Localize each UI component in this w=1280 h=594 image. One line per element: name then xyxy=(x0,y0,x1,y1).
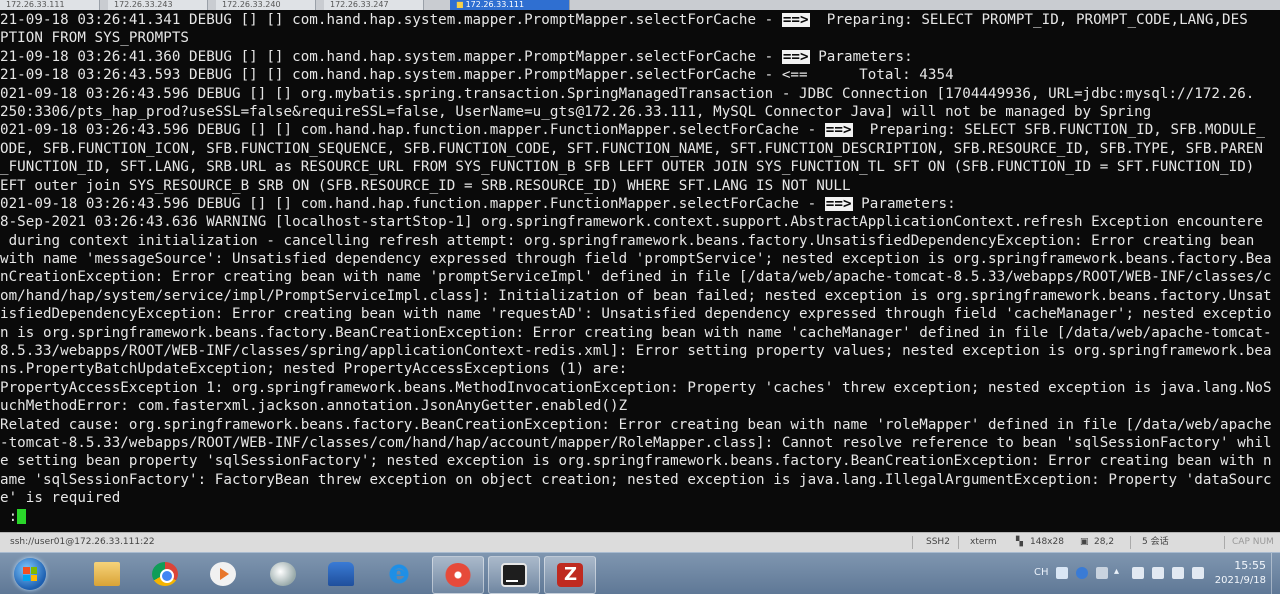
status-cursor-pos: 28,2 xyxy=(1094,537,1115,547)
terminal-line: e' is required xyxy=(0,490,121,507)
sql-arrow-marker: ==> xyxy=(824,122,853,139)
terminal-line: ame 'sqlSessionFactory': FactoryBean thr… xyxy=(0,471,1272,488)
status-divider xyxy=(912,536,913,549)
terminal-line: ns.PropertyBatchUpdateException; nested … xyxy=(0,361,628,378)
terminal-prompt: : xyxy=(0,508,18,525)
taskbar-app-user[interactable] xyxy=(316,556,366,592)
status-connection: ssh://user01@172.26.33.111:22 xyxy=(10,537,155,547)
sql-arrow-marker: ==> xyxy=(781,12,810,28)
keyboard-icon[interactable] xyxy=(1056,567,1068,579)
terminal-line: 21-09-18 03:26:43.593 DEBUG [] [] com.ha… xyxy=(0,67,954,84)
folder-icon xyxy=(94,562,120,586)
tray-expand-icon[interactable]: ▴ xyxy=(1114,566,1119,577)
terminal-line: -tomcat-8.5.33/webapps/ROOT/WEB-INF/clas… xyxy=(0,434,1272,451)
media-player-icon xyxy=(210,562,236,586)
show-desktop-button[interactable] xyxy=(1271,553,1280,594)
sql-arrow-marker: ==> xyxy=(824,195,853,212)
filezilla-icon xyxy=(557,563,583,587)
status-divider xyxy=(958,536,959,549)
status-caps: CAP NUM xyxy=(1232,537,1274,547)
help-icon[interactable] xyxy=(1076,567,1088,579)
taskbar-app-media[interactable] xyxy=(198,556,248,592)
session-tab-active[interactable]: ■ 172.26.33.111 xyxy=(450,0,570,10)
chrome-icon xyxy=(152,562,178,586)
snail-icon xyxy=(445,563,471,587)
display-icon[interactable] xyxy=(1192,567,1204,579)
status-terminal-type: xterm xyxy=(970,537,997,547)
session-tab-2[interactable]: 172.26.33.243 xyxy=(108,0,208,10)
flag-icon[interactable] xyxy=(1132,567,1144,579)
start-button[interactable] xyxy=(14,558,46,590)
soccer-ball-icon xyxy=(270,562,296,586)
terminal-prompt-line[interactable]: : xyxy=(0,508,1280,526)
status-bar: ssh://user01@172.26.33.111:22 SSH2 xterm… xyxy=(0,532,1280,552)
terminal-line: 250:3306/pts_hap_prod?useSSL=false&requi… xyxy=(0,103,1152,120)
clock-date[interactable]: 2021/9/18 xyxy=(1215,575,1266,586)
terminal-line: 8.5.33/webapps/ROOT/WEB-INF/classes/spri… xyxy=(0,343,1272,360)
system-tray: CH ▴ 15:55 2021/9/18 xyxy=(1020,553,1280,594)
network-icon[interactable] xyxy=(1152,567,1164,579)
lock-icon: ■ xyxy=(456,0,464,9)
terminal-line: 21-09-18 03:26:41.341 DEBUG [] [] com.ha… xyxy=(0,12,1248,28)
terminal-line: PropertyAccessException 1: org.springfra… xyxy=(0,379,1272,396)
status-divider xyxy=(1130,536,1131,549)
terminal-line: with name 'messageSource': Unsatisfied d… xyxy=(0,251,1272,268)
resize-icon: ▚ xyxy=(1016,537,1023,547)
taskbar-app-filezilla[interactable] xyxy=(544,556,596,594)
terminal-line: 21-09-18 03:26:41.360 DEBUG [] [] com.ha… xyxy=(0,48,913,65)
taskbar-app-chrome[interactable] xyxy=(140,556,190,592)
taskbar-app-ie[interactable] xyxy=(374,556,424,592)
terminal-line: n is org.springframework.beans.factory.B… xyxy=(0,324,1272,341)
terminal-line: isfiedDependencyException: Error creatin… xyxy=(0,306,1272,323)
cursor-pos-icon: ▣ xyxy=(1080,537,1089,547)
sql-arrow-marker: ==> xyxy=(781,48,810,65)
session-tab-3[interactable]: 172.26.33.240 xyxy=(216,0,316,10)
status-sessions: 5 会话 xyxy=(1142,537,1169,547)
status-protocol: SSH2 xyxy=(926,537,950,547)
terminal-line: _FUNCTION_ID, SFT.LANG, SRB.URL as RESOU… xyxy=(0,159,1255,176)
volume-icon[interactable] xyxy=(1172,567,1184,579)
status-divider xyxy=(1224,536,1225,549)
terminal-cursor xyxy=(17,509,27,525)
terminal-lines: 21-09-18 03:26:41.341 DEBUG [] [] com.ha… xyxy=(0,11,1280,526)
terminal-line: om/hand/hap/system/service/impl/PromptSe… xyxy=(0,287,1272,304)
taskbar: CH ▴ 15:55 2021/9/18 xyxy=(0,552,1280,594)
internet-explorer-icon xyxy=(386,559,412,588)
terminal-line: 021-09-18 03:26:43.596 DEBUG [] [] org.m… xyxy=(0,85,1255,102)
terminal-line: 8-Sep-2021 03:26:43.636 WARNING [localho… xyxy=(0,214,1263,231)
taskbar-app-ball[interactable] xyxy=(258,556,308,592)
clock-time[interactable]: 15:55 xyxy=(1234,559,1266,572)
session-tab-active-label: 172.26.33.111 xyxy=(465,0,525,9)
taskbar-app-idea[interactable] xyxy=(488,556,540,594)
terminal-line: e setting bean property 'sqlSessionFacto… xyxy=(0,453,1272,470)
session-tab-bar: 172.26.33.111 172.26.33.243 172.26.33.24… xyxy=(0,0,1280,10)
terminal-line: 021-09-18 03:26:43.596 DEBUG [] [] com.h… xyxy=(0,122,1265,139)
user-app-icon xyxy=(328,562,354,586)
terminal-line: during context initialization - cancelli… xyxy=(0,232,1255,249)
taskbar-app-explorer[interactable] xyxy=(82,556,132,592)
terminal-line: ODE, SFB.FUNCTION_ICON, SFB.FUNCTION_SEQ… xyxy=(0,140,1263,157)
terminal-line: PTION FROM SYS_PROMPTS xyxy=(0,30,190,47)
terminal-line: nCreationException: Error creating bean … xyxy=(0,269,1272,286)
settings-icon[interactable] xyxy=(1096,567,1108,579)
session-tab-4[interactable]: 172.26.33.247 xyxy=(324,0,424,10)
terminal-line: Related cause: org.springframework.beans… xyxy=(0,416,1272,433)
terminal-output[interactable]: 21-09-18 03:26:41.341 DEBUG [] [] com.ha… xyxy=(0,10,1280,532)
ime-indicator[interactable]: CH xyxy=(1034,567,1049,578)
terminal-line: EFT outer join SYS_RESOURCE_B SRB ON (SF… xyxy=(0,177,851,194)
intellij-idea-icon xyxy=(501,563,527,587)
status-size: 148x28 xyxy=(1030,537,1064,547)
session-tab-1[interactable]: 172.26.33.111 xyxy=(0,0,100,10)
terminal-line: 021-09-18 03:26:43.596 DEBUG [] [] com.h… xyxy=(0,195,956,212)
windows-logo-icon xyxy=(23,567,37,581)
taskbar-app-snail[interactable] xyxy=(432,556,484,594)
terminal-line: uchMethodError: com.fasterxml.jackson.an… xyxy=(0,398,628,415)
